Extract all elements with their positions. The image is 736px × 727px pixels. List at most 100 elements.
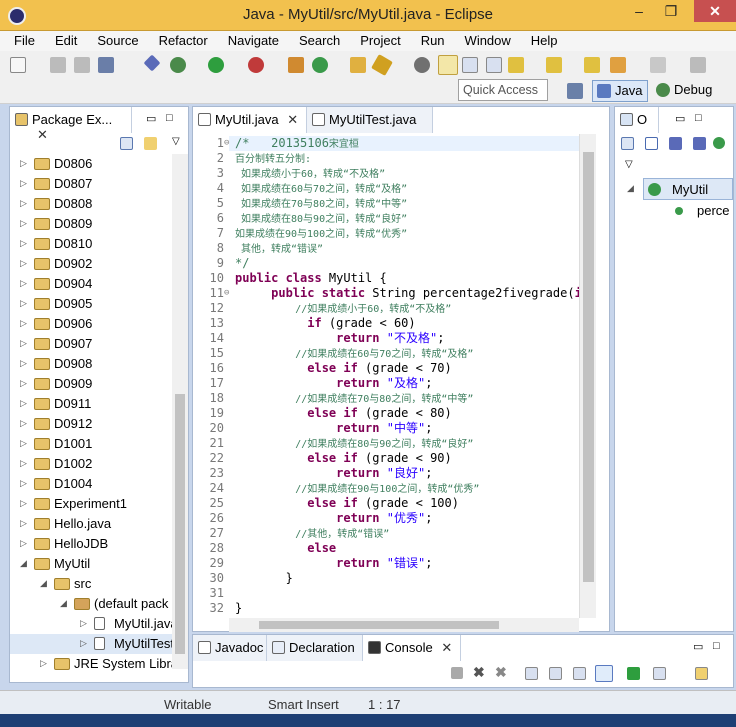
collapsed-arrow-icon[interactable]: ▷ <box>20 218 27 229</box>
collapsed-arrow-icon[interactable]: ▷ <box>20 498 27 509</box>
collapsed-arrow-icon[interactable]: ▷ <box>20 538 27 549</box>
view-menu-icon[interactable]: ▽ <box>172 136 180 147</box>
menu-file[interactable]: File <box>0 31 41 51</box>
outline-item-myutil[interactable]: MyUtil <box>643 178 733 200</box>
menu-search[interactable]: Search <box>285 31 346 51</box>
open-type-icon[interactable] <box>350 57 366 73</box>
minimize-view-icon[interactable]: ▭ <box>146 112 156 125</box>
tab-console[interactable]: Console ✕ <box>363 635 461 661</box>
maximize-view-icon[interactable]: □ <box>713 640 720 652</box>
tab-javadoc[interactable]: Javadoc <box>193 635 267 661</box>
tab-myutil-java[interactable]: MyUtil.java ✕ <box>193 107 307 133</box>
editor-vscroll[interactable] <box>579 134 596 618</box>
collapsed-arrow-icon[interactable]: ▷ <box>80 618 87 629</box>
sort-icon[interactable] <box>645 137 658 150</box>
menu-help[interactable]: Help <box>517 31 564 51</box>
toggle-mark-icon[interactable] <box>414 57 430 73</box>
save-all-icon[interactable] <box>74 57 90 73</box>
next-annotation-icon[interactable] <box>508 57 524 73</box>
show-stderr-icon[interactable] <box>595 665 613 682</box>
debug-icon[interactable] <box>170 57 186 73</box>
tab-package-explorer[interactable]: Package Ex... ✕ <box>10 107 132 142</box>
minimize-button[interactable]: – <box>624 0 654 22</box>
save-icon[interactable] <box>50 57 66 73</box>
close-icon[interactable]: ✕ <box>287 112 298 127</box>
collapse-all-icon[interactable] <box>621 137 634 150</box>
collapsed-arrow-icon[interactable]: ▷ <box>80 638 87 649</box>
prev-annotation-icon[interactable] <box>546 57 562 73</box>
word-wrap-icon[interactable] <box>549 667 562 680</box>
show-whitespace-icon[interactable] <box>486 57 502 73</box>
collapsed-arrow-icon[interactable]: ▷ <box>20 398 27 409</box>
collapsed-arrow-icon[interactable]: ▷ <box>20 518 27 529</box>
menu-window[interactable]: Window <box>451 31 517 51</box>
collapsed-arrow-icon[interactable]: ▷ <box>40 658 47 669</box>
collapse-all-icon[interactable] <box>120 137 133 150</box>
pin-icon[interactable] <box>143 54 161 72</box>
tree-scroll-thumb[interactable] <box>175 394 185 654</box>
fold-collapse-icon[interactable]: ⊖ <box>224 286 229 301</box>
menu-source[interactable]: Source <box>83 31 144 51</box>
maximize-button[interactable]: ❐ <box>656 0 686 22</box>
maximize-view-icon[interactable]: □ <box>166 112 173 124</box>
close-icon[interactable]: ✕ <box>441 640 452 655</box>
collapsed-arrow-icon[interactable]: ▷ <box>20 438 27 449</box>
menu-run[interactable]: Run <box>407 31 451 51</box>
collapsed-arrow-icon[interactable]: ▷ <box>20 158 27 169</box>
open-perspective-icon[interactable] <box>567 83 583 99</box>
link-with-editor-icon[interactable] <box>144 137 157 150</box>
collapsed-arrow-icon[interactable]: ▷ <box>20 418 27 429</box>
minimize-view-icon[interactable]: ▭ <box>675 112 685 125</box>
tab-outline[interactable]: O <box>615 107 659 133</box>
minimize-view-icon[interactable]: ▭ <box>693 640 703 653</box>
hide-static-icon[interactable] <box>693 137 706 150</box>
collapsed-arrow-icon[interactable]: ▷ <box>20 278 27 289</box>
terminate-icon[interactable] <box>451 667 463 679</box>
remove-all-icon[interactable]: ✖ <box>495 664 507 681</box>
block-selection-icon[interactable] <box>462 57 478 73</box>
open-console-icon[interactable] <box>695 667 708 680</box>
close-button[interactable]: ✕ <box>694 0 736 22</box>
fold-collapse-icon[interactable]: ⊖ <box>224 136 229 151</box>
expand-arrow-icon[interactable]: ◢ <box>627 183 634 194</box>
quick-access-input[interactable]: Quick Access <box>458 79 548 101</box>
expanded-arrow-icon[interactable]: ◢ <box>20 558 27 569</box>
collapsed-arrow-icon[interactable]: ▷ <box>20 338 27 349</box>
outline-menu-icon[interactable]: ▽ <box>625 159 633 170</box>
new-class-icon[interactable] <box>312 57 328 73</box>
collapsed-arrow-icon[interactable]: ▷ <box>20 318 27 329</box>
toolbar-more-icon[interactable] <box>690 57 706 73</box>
tree-scrollbar[interactable] <box>172 154 188 669</box>
collapsed-arrow-icon[interactable]: ▷ <box>20 258 27 269</box>
run-icon[interactable] <box>208 57 224 73</box>
collapsed-arrow-icon[interactable]: ▷ <box>20 198 27 209</box>
perspective-java[interactable]: Java <box>592 80 648 102</box>
last-edit-icon[interactable] <box>584 57 600 73</box>
expanded-arrow-icon[interactable]: ◢ <box>60 598 67 609</box>
collapsed-arrow-icon[interactable]: ▷ <box>20 358 27 369</box>
hide-nonpublic-icon[interactable] <box>713 137 725 149</box>
highlight-icon[interactable] <box>438 55 458 75</box>
menu-project[interactable]: Project <box>346 31 406 51</box>
scroll-lock-icon[interactable] <box>525 667 538 680</box>
forward-icon[interactable] <box>650 57 666 73</box>
print-icon[interactable] <box>98 57 114 73</box>
collapsed-arrow-icon[interactable]: ▷ <box>20 298 27 309</box>
hide-fields-icon[interactable] <box>669 137 682 150</box>
menu-navigate[interactable]: Navigate <box>214 31 285 51</box>
editor-hscroll-thumb[interactable] <box>259 621 499 629</box>
collapsed-arrow-icon[interactable]: ▷ <box>20 238 27 249</box>
collapsed-arrow-icon[interactable]: ▷ <box>20 458 27 469</box>
tab-declaration[interactable]: Declaration <box>267 635 363 661</box>
display-console-icon[interactable] <box>653 667 666 680</box>
expanded-arrow-icon[interactable]: ◢ <box>40 578 47 589</box>
menu-edit[interactable]: Edit <box>41 31 83 51</box>
tree-item[interactable]: ▷ MyUtilTest <box>10 634 172 654</box>
editor-vscroll-thumb[interactable] <box>583 152 594 582</box>
remove-launch-icon[interactable]: ✖ <box>473 664 485 681</box>
show-stdout-icon[interactable] <box>573 667 586 680</box>
collapsed-arrow-icon[interactable]: ▷ <box>20 478 27 489</box>
editor-hscroll[interactable] <box>229 618 579 632</box>
perspective-debug[interactable]: Debug <box>652 80 732 102</box>
collapsed-arrow-icon[interactable]: ▷ <box>20 378 27 389</box>
